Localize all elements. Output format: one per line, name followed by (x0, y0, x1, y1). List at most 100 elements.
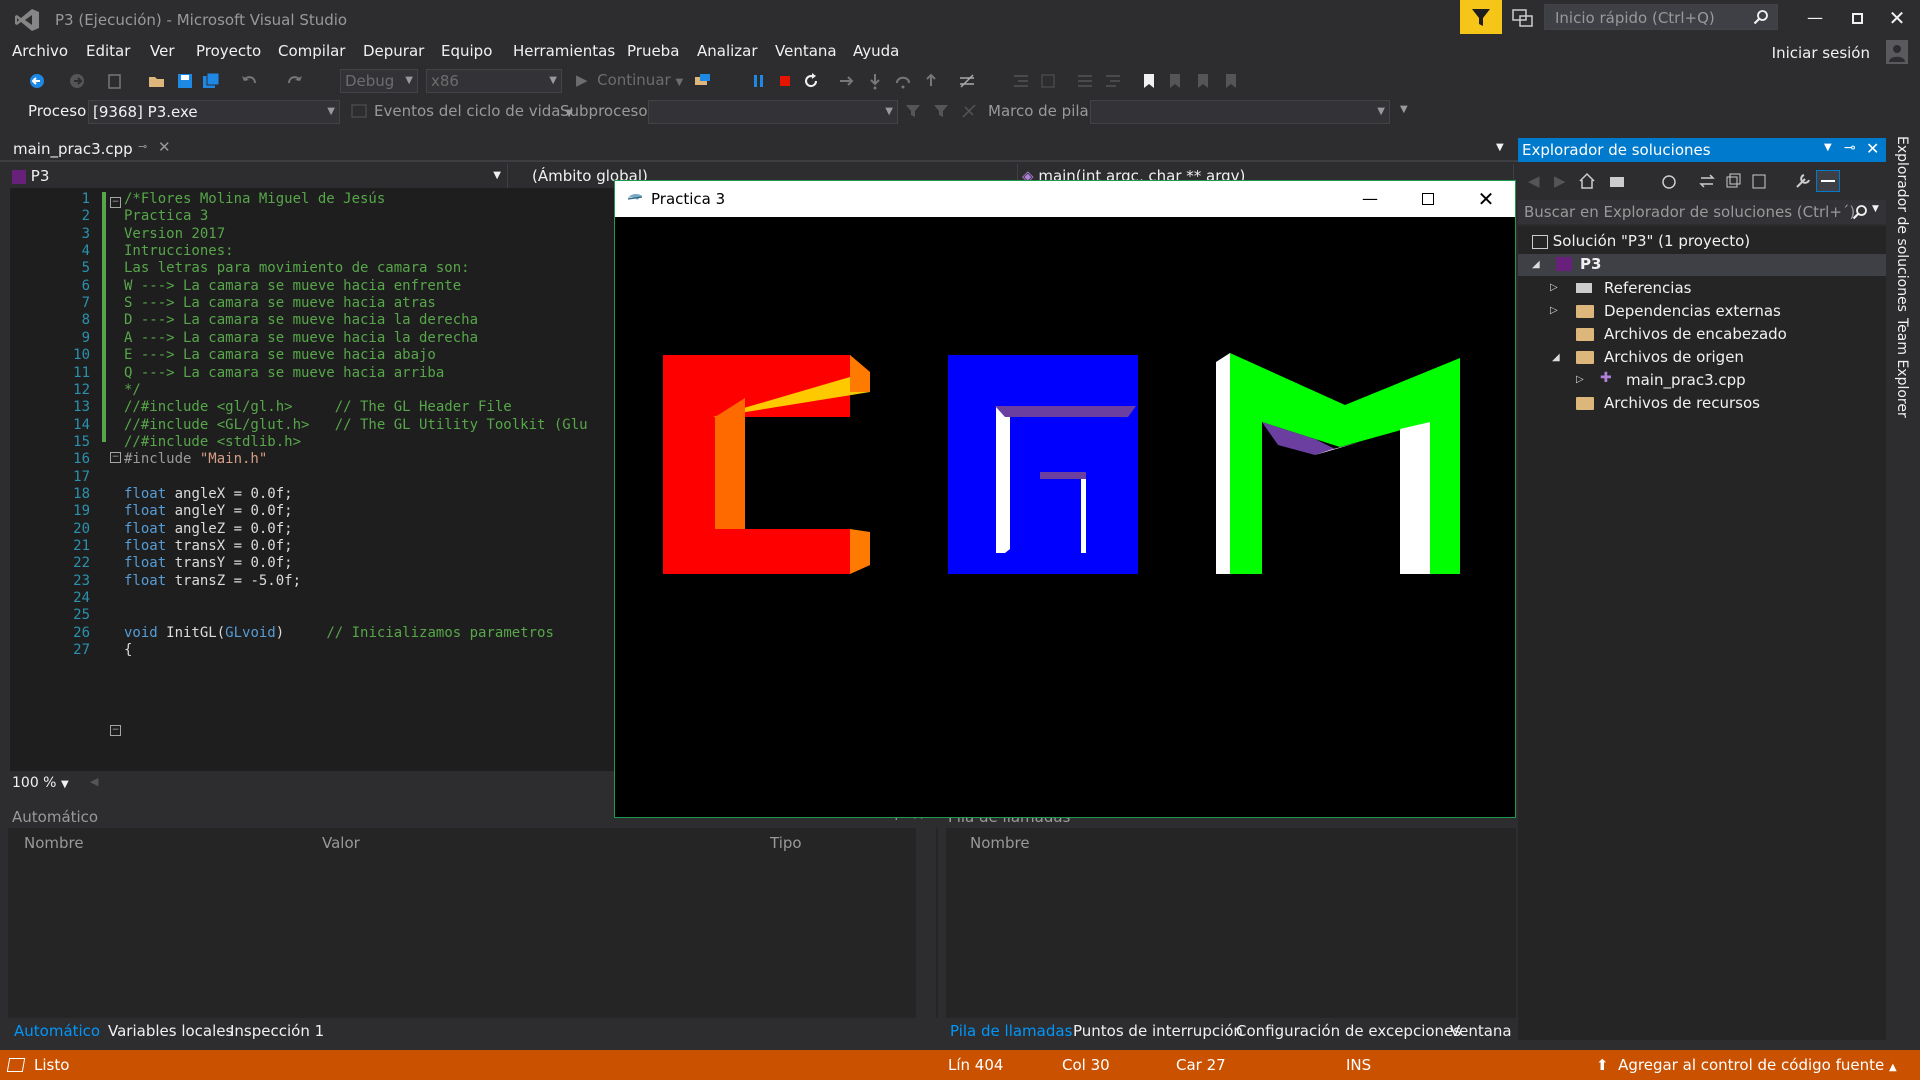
close-icon[interactable]: ✕ (1866, 139, 1879, 158)
save-all-icon[interactable] (202, 72, 220, 90)
tree-node-resource-files[interactable]: Archivos de recursos (1518, 393, 1886, 415)
practica-maximize-button[interactable] (1405, 185, 1451, 213)
menu-analizar[interactable]: Analizar (697, 42, 758, 60)
solution-search-input[interactable]: Buscar en Explorador de soluciones (Ctrl… (1518, 200, 1886, 224)
navigate-back-icon[interactable] (28, 72, 46, 90)
menu-ventana[interactable]: Ventana (775, 42, 837, 60)
step-out-icon[interactable] (922, 72, 940, 90)
opengl-canvas[interactable] (615, 217, 1515, 817)
side-tab-team-explorer[interactable]: Team Explorer (1894, 318, 1910, 418)
stack-frame-dropdown[interactable]: ▼ (1090, 100, 1390, 124)
tab-breakpoints[interactable]: Puntos de interrupción (1073, 1022, 1243, 1040)
show-next-statement-icon[interactable] (838, 72, 856, 90)
quick-launch-input[interactable]: Inicio rápido (Ctrl+Q) (1544, 4, 1778, 30)
lifecycle-events-dropdown[interactable]: Eventos del ciclo de vida ▼ (374, 102, 573, 120)
tab-autos[interactable]: Automático (14, 1022, 100, 1040)
collapse-icon[interactable]: − (110, 197, 121, 208)
code-editor[interactable]: − − − 1 /*Flores Molina Miguel de Jesús 2 P… (10, 188, 615, 771)
tree-node-external-deps[interactable]: ▷ Dependencias externas (1518, 301, 1886, 323)
home-icon[interactable] (1578, 172, 1596, 190)
col-header-type[interactable]: Tipo (770, 834, 802, 852)
minimize-button[interactable]: — (1792, 4, 1838, 32)
close-button[interactable]: ✕ (1874, 4, 1920, 32)
sync-icon[interactable] (1698, 172, 1716, 190)
stop-debugging-icon[interactable] (776, 72, 794, 90)
close-tab-icon[interactable]: ✕ (158, 138, 171, 156)
continue-button[interactable]: ▶ Continuar ▼ (576, 71, 683, 89)
tab-exception-settings[interactable]: Configuración de excepciones (1236, 1022, 1461, 1040)
tab-main-prac3[interactable]: main_prac3.cpp ⊸ ✕ (6, 136, 174, 160)
notifications-filter-button[interactable] (1460, 0, 1502, 34)
tab-list-dropdown[interactable]: ▼ (1496, 142, 1504, 153)
collapse-icon[interactable]: − (110, 725, 121, 736)
comment-icon[interactable] (1076, 72, 1094, 90)
prev-bookmark-icon[interactable] (1166, 72, 1184, 90)
vertical-scrollbar[interactable] (916, 828, 936, 1018)
pin-icon[interactable]: ⊸ (138, 140, 147, 153)
hex-display-icon[interactable] (958, 72, 976, 90)
properties-icon[interactable] (1794, 172, 1812, 190)
redo-icon[interactable] (286, 72, 304, 90)
feedback-icon[interactable] (1512, 8, 1534, 28)
tab-locals[interactable]: Variables locales (108, 1022, 233, 1040)
practica-titlebar[interactable]: Practica 3 — ✕ (615, 181, 1515, 217)
collapsed-arrow-icon[interactable]: ▷ (1550, 282, 1558, 293)
tree-node-references[interactable]: ▷ Referencias (1518, 278, 1886, 300)
new-project-icon[interactable] (106, 72, 124, 90)
collapsed-arrow-icon[interactable]: ▷ (1576, 374, 1584, 385)
menu-equipo[interactable]: Equipo (441, 42, 492, 60)
step-over-icon[interactable] (894, 72, 912, 90)
menu-prueba[interactable]: Prueba (627, 42, 679, 60)
platform-dropdown[interactable]: x86 ▼ (426, 69, 562, 93)
uncomment-icon[interactable] (1104, 72, 1122, 90)
project-scope-dropdown[interactable]: P3 ▼ (8, 164, 508, 188)
step-into-icon[interactable] (866, 72, 884, 90)
back-icon[interactable]: ◀ (1528, 172, 1540, 190)
tree-node-main-cpp[interactable]: ▷ ✚ main_prac3.cpp (1518, 370, 1886, 392)
outdent-icon[interactable] (1040, 72, 1058, 90)
practica-window[interactable]: Practica 3 — ✕ (614, 180, 1516, 818)
pin-icon[interactable]: ⊸ (1844, 140, 1856, 156)
tab-call-stack[interactable]: Pila de llamadas (950, 1022, 1072, 1040)
collapsed-arrow-icon[interactable]: ▷ (1550, 305, 1558, 316)
attach-process-icon[interactable] (694, 72, 712, 90)
menu-editar[interactable]: Editar (86, 42, 130, 60)
open-file-icon[interactable] (148, 72, 166, 90)
collapse-icon[interactable]: − (110, 452, 121, 463)
filter-threads-icon[interactable] (904, 102, 922, 120)
flag-threads-icon[interactable] (932, 102, 950, 120)
tree-node-solution[interactable]: Solución "P3" (1 proyecto) (1532, 232, 1750, 250)
practica-minimize-button[interactable]: — (1347, 185, 1393, 213)
col-header-name[interactable]: Nombre (24, 834, 84, 852)
chevron-down-icon[interactable]: ▼ (1824, 142, 1832, 153)
col-header-value[interactable]: Valor (322, 834, 360, 852)
save-icon[interactable] (176, 72, 194, 90)
solution-config-dropdown[interactable]: Debug ▼ (340, 69, 418, 93)
undo-icon[interactable] (240, 72, 258, 90)
sign-in-link[interactable]: Iniciar sesión (1772, 44, 1870, 62)
menu-herramientas[interactable]: Herramientas (513, 42, 615, 60)
thread-dropdown[interactable]: ▼ (648, 100, 898, 124)
preview-selected-button[interactable] (1816, 170, 1840, 192)
side-tab-solution-explorer[interactable]: Explorador de soluciones (1894, 136, 1910, 312)
clear-bookmarks-icon[interactable] (1222, 72, 1240, 90)
avatar[interactable] (1886, 40, 1908, 64)
navigate-forward-icon[interactable] (68, 72, 86, 90)
forward-icon[interactable]: ▶ (1554, 172, 1566, 190)
expanded-arrow-icon[interactable]: ◢ (1552, 352, 1560, 363)
tree-node-project[interactable]: ◢ P3 (1518, 254, 1886, 276)
source-control-button[interactable]: ⬆ Agregar al control de código fuente ▲ (1596, 1056, 1897, 1074)
show-all-files-icon[interactable] (1750, 172, 1768, 190)
next-bookmark-icon[interactable] (1194, 72, 1212, 90)
switch-views-icon[interactable] (1608, 172, 1626, 190)
menu-ayuda[interactable]: Ayuda (853, 42, 899, 60)
menu-depurar[interactable]: Depurar (363, 42, 424, 60)
menu-ver[interactable]: Ver (150, 42, 175, 60)
col-header-name[interactable]: Nombre (970, 834, 1030, 852)
bookmark-icon[interactable] (1140, 72, 1158, 90)
restart-icon[interactable] (802, 72, 820, 90)
practica-close-button[interactable]: ✕ (1463, 185, 1509, 213)
tree-node-source-files[interactable]: ◢ Archivos de origen (1518, 347, 1886, 369)
menu-proyecto[interactable]: Proyecto (196, 42, 261, 60)
tab-watch-1[interactable]: Inspección 1 (230, 1022, 324, 1040)
